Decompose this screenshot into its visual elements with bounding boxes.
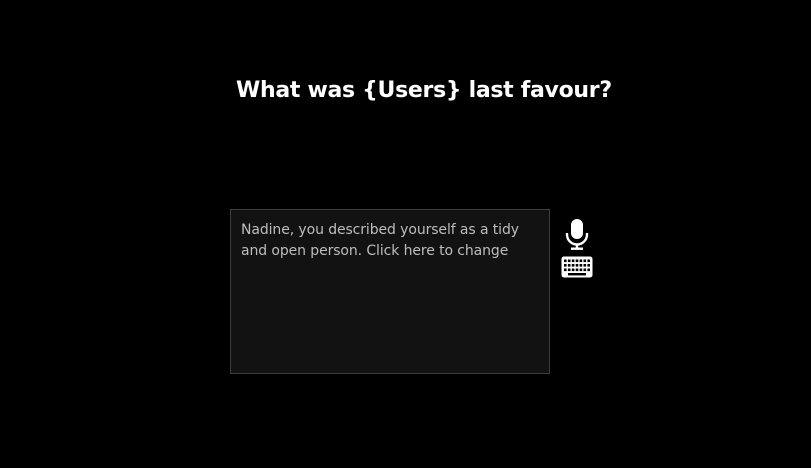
keyboard-button[interactable] (561, 256, 593, 278)
answer-text: Nadine, you described yourself as a tidy… (241, 222, 519, 259)
keyboard-icon (561, 256, 593, 278)
microphone-icon (565, 219, 589, 250)
input-mode-controls (561, 218, 593, 278)
question-title: What was {Users} last favour? (236, 78, 612, 103)
microphone-button[interactable] (561, 218, 593, 251)
answer-textbox[interactable]: Nadine, you described yourself as a tidy… (230, 209, 550, 374)
page: What was {Users} last favour? Nadine, yo… (0, 0, 811, 468)
